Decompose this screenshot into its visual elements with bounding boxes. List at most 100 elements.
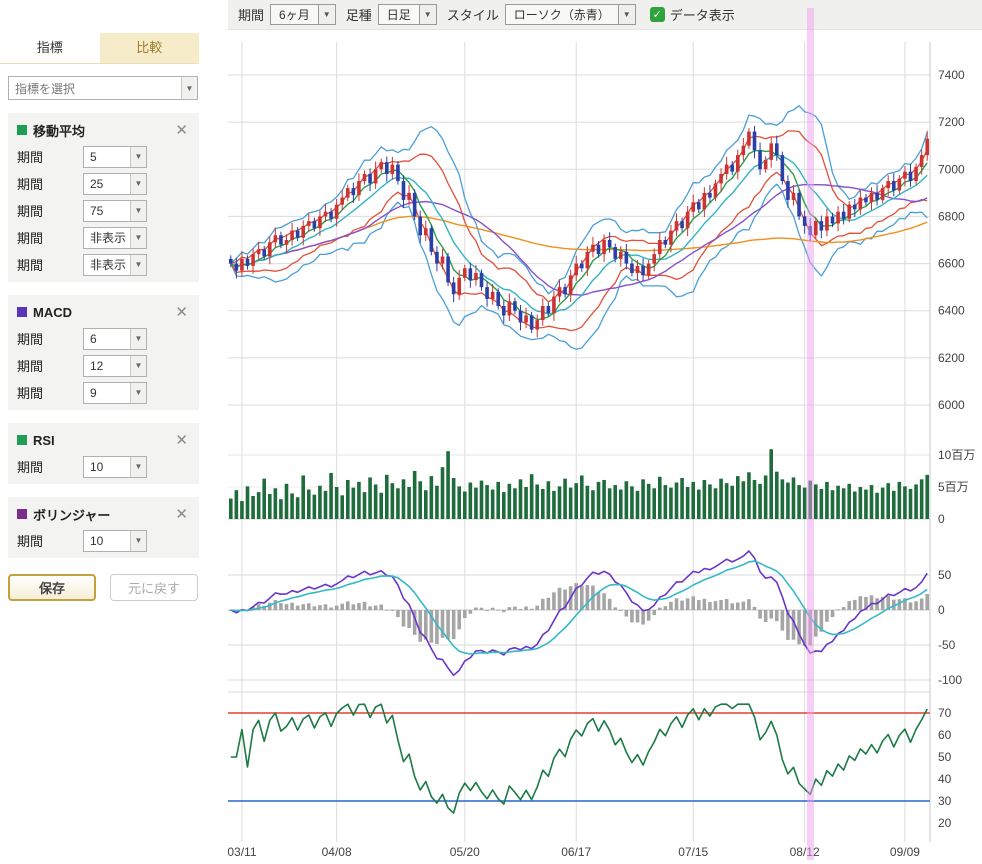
svg-text:08/12: 08/12 [790, 845, 820, 859]
indicator-sidebar: 指標 比較 指標を選択 ▼ 移動平均 ✕ 期間 5 ▼ [0, 0, 228, 864]
svg-text:-50: -50 [938, 638, 956, 652]
chevron-down-icon[interactable]: ▼ [619, 4, 636, 25]
chart-column: 期間 6ヶ月 ▼ 足種 日足 ▼ スタイル ローソク（赤青） ▼ ✓ データ表示… [228, 0, 982, 864]
svg-text:0: 0 [938, 512, 945, 526]
svg-text:70: 70 [938, 706, 952, 720]
chevron-down-icon[interactable]: ▼ [319, 4, 336, 25]
ma-period-row-4: 期間 非表示 ▼ [8, 224, 199, 251]
svg-text:50: 50 [938, 750, 952, 764]
svg-text:06/17: 06/17 [561, 845, 591, 859]
svg-text:03/11: 03/11 [228, 845, 257, 859]
chart-canvas[interactable]: 7400720070006800660064006200600003/1104/… [228, 30, 982, 864]
section-moving-average: 移動平均 ✕ 期間 5 ▼ 期間 25 ▼ [8, 113, 199, 282]
ma-period-row-5: 期間 非表示 ▼ [8, 251, 199, 278]
chevron-down-icon: ▼ [130, 329, 146, 349]
rsi-period-select[interactable]: 10 ▼ [83, 456, 147, 478]
period-label: 期間 [17, 329, 83, 348]
macd-period-row-2: 期間 12 ▼ [8, 352, 199, 379]
chevron-down-icon: ▼ [181, 77, 197, 99]
ma-period-row-1: 期間 5 ▼ [8, 143, 199, 170]
section-title: 移動平均 [33, 121, 173, 140]
ma-color-swatch [17, 125, 27, 135]
svg-text:6800: 6800 [938, 209, 965, 223]
section-title: ボリンジャー [33, 505, 173, 524]
macd-signal-select[interactable]: 9 ▼ [83, 382, 147, 404]
macd-fast-select[interactable]: 6 ▼ [83, 328, 147, 350]
svg-text:60: 60 [938, 728, 952, 742]
period-label: 期間 [17, 201, 83, 220]
chevron-down-icon: ▼ [130, 201, 146, 221]
section-rsi: RSI ✕ 期間 10 ▼ [8, 423, 199, 484]
section-title: RSI [33, 433, 173, 448]
close-icon[interactable]: ✕ [173, 123, 190, 138]
ma-period-select-5[interactable]: 非表示 ▼ [83, 254, 147, 276]
chevron-down-icon: ▼ [130, 147, 146, 167]
close-icon[interactable]: ✕ [173, 507, 190, 522]
tab-compare[interactable]: 比較 [100, 33, 200, 63]
macd-color-swatch [17, 307, 27, 317]
chevron-down-icon[interactable]: ▼ [420, 4, 437, 25]
ma-period-row-3: 期間 75 ▼ [8, 197, 199, 224]
rsi-period-row: 期間 10 ▼ [8, 453, 199, 480]
section-title: MACD [33, 305, 173, 320]
bartype-dropdown[interactable]: 日足 ▼ [378, 4, 437, 25]
svg-text:30: 30 [938, 794, 952, 808]
data-display-checkbox[interactable]: ✓ [650, 7, 665, 22]
svg-text:10百万: 10百万 [938, 448, 975, 462]
data-display-label: データ表示 [670, 5, 735, 24]
macd-period-row-1: 期間 6 ▼ [8, 325, 199, 352]
indicator-select-value: 指標を選択 [9, 80, 181, 97]
tab-indicators[interactable]: 指標 [0, 33, 100, 63]
chevron-down-icon: ▼ [130, 356, 146, 376]
ma-period-select-2[interactable]: 25 ▼ [83, 173, 147, 195]
bartype-toolbar-label: 足種 [346, 5, 372, 24]
sidebar-tabbar: 指標 比較 [0, 33, 199, 64]
period-label: 期間 [17, 147, 83, 166]
close-icon[interactable]: ✕ [173, 305, 190, 320]
save-button[interactable]: 保存 [8, 574, 96, 601]
svg-text:6600: 6600 [938, 257, 965, 271]
ma-period-select-3[interactable]: 75 ▼ [83, 200, 147, 222]
bollinger-period-select[interactable]: 10 ▼ [83, 530, 147, 552]
chevron-down-icon: ▼ [130, 228, 146, 248]
ma-period-select-4[interactable]: 非表示 ▼ [83, 227, 147, 249]
close-icon[interactable]: ✕ [173, 433, 190, 448]
svg-text:7400: 7400 [938, 68, 965, 82]
rsi-color-swatch [17, 435, 27, 445]
section-macd: MACD ✕ 期間 6 ▼ 期間 12 ▼ [8, 295, 199, 410]
period-label: 期間 [17, 174, 83, 193]
period-dropdown[interactable]: 6ヶ月 ▼ [270, 4, 336, 25]
indicator-select[interactable]: 指標を選択 ▼ [8, 76, 198, 100]
period-label: 期間 [17, 531, 83, 550]
style-toolbar-label: スタイル [447, 5, 499, 24]
chevron-down-icon: ▼ [130, 457, 146, 477]
period-label: 期間 [17, 356, 83, 375]
chevron-down-icon: ▼ [130, 531, 146, 551]
svg-text:6200: 6200 [938, 351, 965, 365]
svg-text:07/15: 07/15 [678, 845, 708, 859]
macd-period-row-3: 期間 9 ▼ [8, 379, 199, 406]
reset-button[interactable]: 元に戻す [110, 574, 198, 601]
chevron-down-icon: ▼ [130, 383, 146, 403]
period-label: 期間 [17, 457, 83, 476]
svg-text:5百万: 5百万 [938, 480, 969, 494]
svg-text:7200: 7200 [938, 115, 965, 129]
svg-text:09/09: 09/09 [890, 845, 920, 859]
section-bollinger: ボリンジャー ✕ 期間 10 ▼ [8, 497, 199, 558]
bollinger-period-row: 期間 10 ▼ [8, 527, 199, 554]
ma-period-row-2: 期間 25 ▼ [8, 170, 199, 197]
chevron-down-icon: ▼ [130, 255, 146, 275]
period-label: 期間 [17, 228, 83, 247]
svg-text:04/08: 04/08 [322, 845, 352, 859]
chart-toolbar: 期間 6ヶ月 ▼ 足種 日足 ▼ スタイル ローソク（赤青） ▼ ✓ データ表示 [228, 0, 982, 30]
svg-text:05/20: 05/20 [450, 845, 480, 859]
style-dropdown[interactable]: ローソク（赤青） ▼ [505, 4, 636, 25]
period-label: 期間 [17, 383, 83, 402]
bollinger-color-swatch [17, 509, 27, 519]
period-label: 期間 [17, 255, 83, 274]
ma-period-select-1[interactable]: 5 ▼ [83, 146, 147, 168]
macd-slow-select[interactable]: 12 ▼ [83, 355, 147, 377]
svg-text:6000: 6000 [938, 398, 965, 412]
svg-text:7000: 7000 [938, 162, 965, 176]
stock-chart-app: 指標 比較 指標を選択 ▼ 移動平均 ✕ 期間 5 ▼ [0, 0, 982, 864]
